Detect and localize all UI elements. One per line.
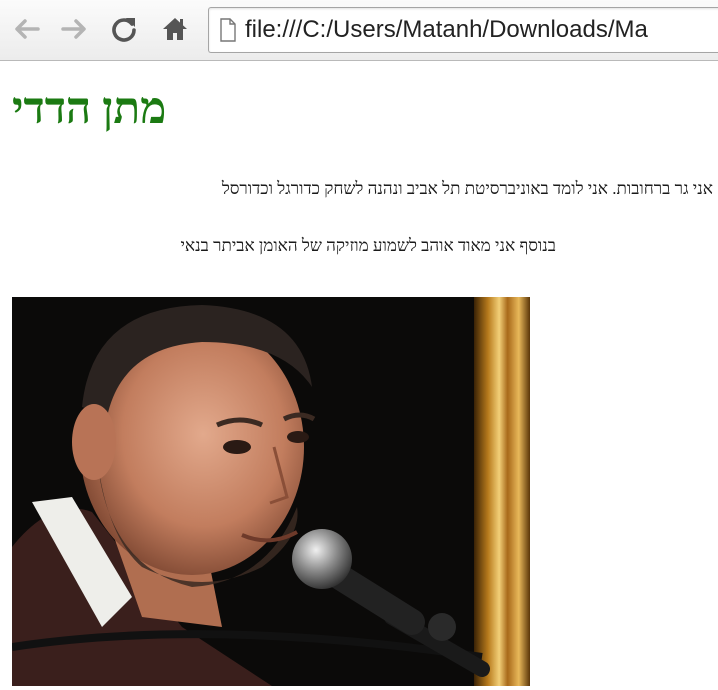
back-arrow-icon [15, 19, 40, 39]
address-bar[interactable]: file:///C:/Users/Matanh/Downloads/Ma [208, 7, 718, 53]
browser-toolbar: file:///C:/Users/Matanh/Downloads/Ma [0, 0, 718, 61]
url-text[interactable]: file:///C:/Users/Matanh/Downloads/Ma [245, 16, 648, 44]
page-title: מתן הדדי [12, 84, 167, 133]
page-content: מתן הדדי אני גר ברחובות. אני לומד באוניב… [0, 61, 718, 690]
reload-button[interactable] [109, 11, 139, 47]
reload-icon [112, 18, 136, 42]
home-button[interactable] [160, 11, 190, 47]
forward-button[interactable] [60, 11, 90, 47]
intro-paragraph: אני גר ברחובות. אני לומד באוניברסיטת תל … [221, 179, 713, 198]
portrait-photo [12, 297, 530, 686]
forward-arrow-icon [61, 19, 86, 39]
back-button[interactable] [11, 11, 41, 47]
music-paragraph: בנוסף אני מאוד אוהב לשמוע מוזיקה של האומ… [180, 236, 556, 255]
home-icon [163, 18, 187, 40]
page-icon [220, 18, 236, 42]
